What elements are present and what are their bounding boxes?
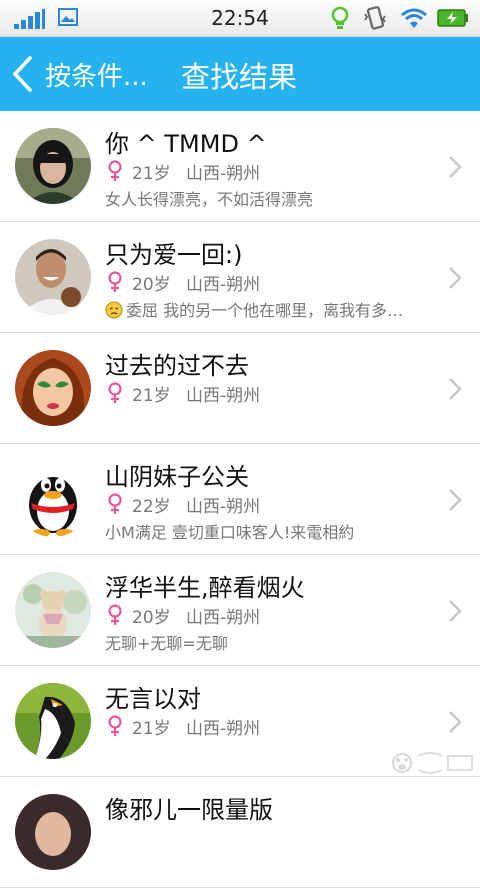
result-name: 像邪儿一限量版 <box>105 796 273 824</box>
result-name: 只为爱一回:) <box>105 241 243 269</box>
result-name: 过去的过不去 <box>105 352 249 380</box>
result-name: 无言以对 <box>105 685 201 713</box>
avatar <box>15 461 91 537</box>
vibrate-icon <box>364 6 386 30</box>
avatar <box>15 794 91 870</box>
bulb-icon <box>331 6 349 29</box>
avatar <box>15 350 91 426</box>
chevron-right-icon <box>449 600 462 622</box>
title-bar: 按条件... 查找结果 <box>0 37 480 111</box>
result-age: 21岁 <box>132 386 171 406</box>
result-location: 山西-朔州 <box>186 275 261 295</box>
baidu-watermark-icon <box>392 752 473 774</box>
wifi-icon <box>401 8 427 28</box>
result-name: 山阴妹子公关 <box>105 463 249 491</box>
status-bar: 22:54 <box>0 0 480 37</box>
avatar <box>15 128 91 204</box>
result-row[interactable]: 山阴妹子公关 22岁 山西-朔州 小M满足 壹切重口味客人!来電相約 <box>0 444 480 555</box>
result-row[interactable]: 过去的过不去 21岁 山西-朔州 <box>0 333 480 444</box>
result-age: 21岁 <box>132 719 171 739</box>
page-title: 查找结果 <box>181 60 298 94</box>
avatar <box>15 572 91 648</box>
result-signature: 女人长得漂亮，不如活得漂亮 <box>105 190 314 209</box>
result-signature: 委屈 我的另一个他在哪里，离我有多… <box>105 297 440 321</box>
result-age: 20岁 <box>132 608 171 628</box>
female-icon <box>108 715 122 736</box>
chevron-right-icon <box>449 267 462 289</box>
avatar <box>15 239 91 315</box>
result-location: 山西-朔州 <box>186 386 261 406</box>
result-location: 山西-朔州 <box>186 608 261 628</box>
chevron-right-icon <box>449 711 462 733</box>
result-age: 20岁 <box>132 275 171 295</box>
result-row[interactable]: 你 ^ TMMD ^ 21岁 山西-朔州 女人长得漂亮，不如活得漂亮 <box>0 111 480 222</box>
result-name: 浮华半生,醉看烟火 <box>105 574 305 602</box>
result-age: 21岁 <box>132 164 171 184</box>
aggrieved-emoji-icon <box>105 301 123 319</box>
female-icon <box>108 493 122 514</box>
female-icon <box>108 271 122 292</box>
result-location: 山西-朔州 <box>186 719 261 739</box>
back-button-label: 按条件... <box>45 62 148 92</box>
result-signature: 无聊+无聊=无聊 <box>105 634 228 653</box>
result-location: 山西-朔州 <box>186 497 261 517</box>
chevron-right-icon <box>449 378 462 400</box>
back-button[interactable]: 按条件... <box>0 37 160 111</box>
result-location: 山西-朔州 <box>186 164 261 184</box>
battery-icon <box>437 9 468 27</box>
result-name: 你 ^ TMMD ^ <box>105 130 267 158</box>
female-icon <box>108 604 122 625</box>
result-row[interactable]: 只为爱一回:) 20岁 山西-朔州 委屈 我的另一个他在哪里，离我有多… <box>0 222 480 333</box>
chevron-right-icon <box>449 489 462 511</box>
result-signature-text: 委屈 我的另一个他在哪里，离我有多… <box>126 301 404 320</box>
result-row[interactable]: 浮华半生,醉看烟火 20岁 山西-朔州 无聊+无聊=无聊 <box>0 555 480 666</box>
female-icon <box>108 382 122 403</box>
result-signature: 小M满足 壹切重口味客人!来電相約 <box>105 523 355 542</box>
result-age: 22岁 <box>132 497 171 517</box>
result-row[interactable]: 像邪儿一限量版 <box>0 777 480 888</box>
back-chevron-icon <box>13 56 32 92</box>
female-icon <box>108 160 122 181</box>
chevron-right-icon <box>449 156 462 178</box>
avatar <box>15 683 91 759</box>
